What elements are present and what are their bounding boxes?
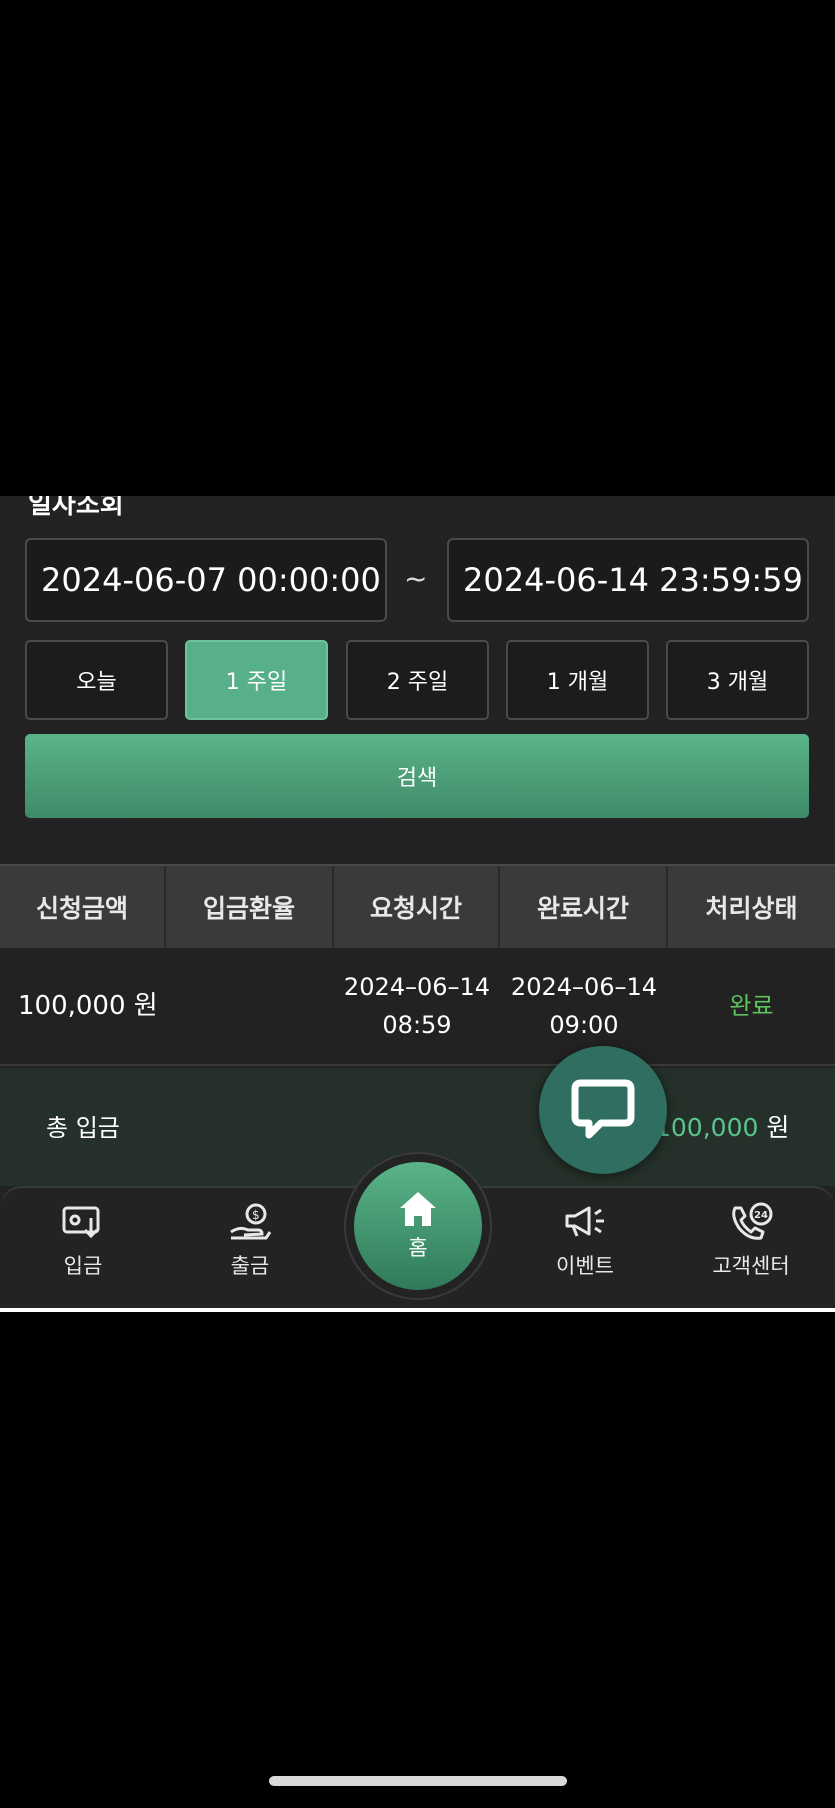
date-from-input[interactable]: 2024-06-07 00:00:00 — [25, 538, 387, 622]
date-range-separator: ~ — [404, 562, 428, 595]
screen-divider — [0, 1308, 835, 1312]
nav-home-label: 홈 — [408, 1236, 428, 1260]
deposit-history-screen: 일자조회 2024-06-07 00:00:00 ~ 2024-06-14 23… — [0, 496, 835, 1308]
nav-event[interactable]: 이벤트 — [515, 1188, 655, 1308]
svg-text:24: 24 — [754, 1210, 768, 1221]
total-label: 총 입금 — [46, 1114, 120, 1142]
nav-withdraw[interactable]: $ 출금 — [180, 1188, 320, 1308]
home-icon — [400, 1192, 436, 1226]
deposit-icon — [62, 1206, 100, 1239]
period-1month-button[interactable]: 1 개월 — [506, 640, 649, 720]
section-title: 일자조회 — [28, 496, 124, 520]
search-button[interactable]: 검색 — [25, 734, 809, 818]
header-request-amount: 신청금액 — [0, 866, 166, 948]
total-value: 100,000 원 — [655, 1108, 789, 1144]
withdraw-icon: $ — [230, 1203, 272, 1240]
complete-date: 2024–06–14 — [510, 973, 658, 1001]
date-to-input[interactable]: 2024-06-14 23:59:59 — [447, 538, 809, 622]
header-deposit-rate: 입금환율 — [166, 866, 334, 948]
period-2week-button[interactable]: 2 주일 — [346, 640, 489, 720]
cell-status: 완료 — [729, 992, 774, 1020]
request-time: 08:59 — [382, 1011, 452, 1039]
cell-request-time: 2024–06–14 08:59 — [334, 948, 500, 1064]
nav-event-label: 이벤트 — [556, 1254, 614, 1278]
nav-deposit[interactable]: 입금 — [13, 1188, 153, 1308]
complete-time: 09:00 — [549, 1011, 619, 1039]
request-date: 2024–06–14 — [343, 973, 491, 1001]
header-request-time: 요청시간 — [334, 866, 500, 948]
period-1week-button[interactable]: 1 주일 — [185, 640, 328, 720]
nav-support[interactable]: 24 고객센터 — [681, 1188, 821, 1308]
total-unit: 원 — [758, 1113, 790, 1142]
cell-complete-time: 2024–06–14 09:00 — [500, 948, 668, 1064]
total-amount: 100,000 — [655, 1113, 759, 1142]
nav-support-label: 고객센터 — [712, 1254, 790, 1278]
nav-withdraw-label: 출금 — [230, 1254, 270, 1278]
table-header: 신청금액 입금환율 요청시간 완료시간 처리상태 — [0, 864, 835, 948]
svg-text:$: $ — [252, 1208, 260, 1222]
nav-home[interactable]: 홈 — [354, 1162, 482, 1290]
chat-button[interactable] — [539, 1046, 667, 1174]
header-complete-time: 완료시간 — [500, 866, 668, 948]
nav-deposit-label: 입금 — [63, 1254, 103, 1278]
chat-bubble-icon — [571, 1079, 635, 1139]
table-row: 100,000 원 2024–06–14 08:59 2024–06–14 09… — [0, 948, 835, 1066]
megaphone-icon — [565, 1206, 604, 1237]
cell-amount: 100,000 원 — [18, 991, 158, 1021]
header-status: 처리상태 — [705, 894, 798, 923]
support-24-icon: 24 — [732, 1202, 773, 1240]
home-indicator[interactable] — [269, 1776, 567, 1786]
period-today-button[interactable]: 오늘 — [25, 640, 168, 720]
period-3month-button[interactable]: 3 개월 — [666, 640, 809, 720]
cell-rate — [166, 948, 334, 1064]
